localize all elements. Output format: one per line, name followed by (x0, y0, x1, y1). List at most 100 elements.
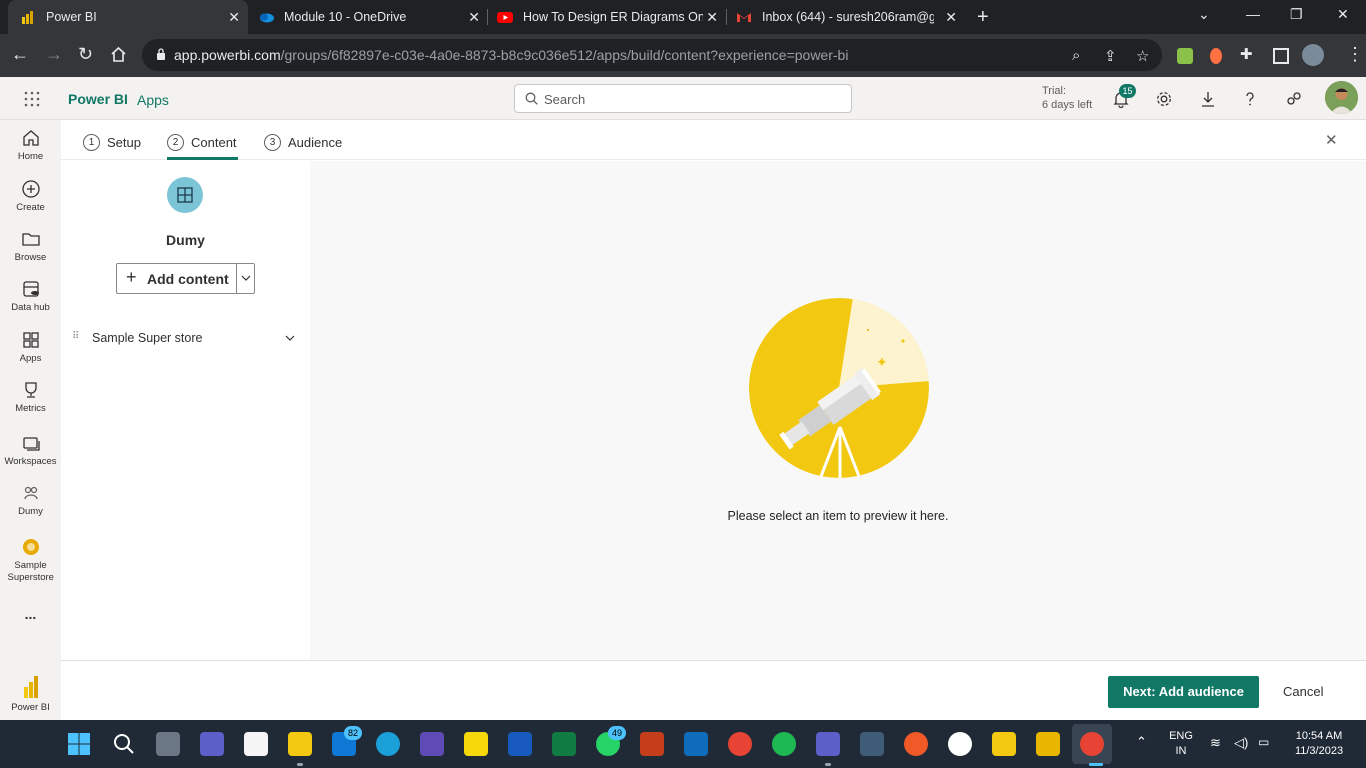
language-indicator[interactable]: ENG IN (1166, 729, 1196, 759)
step-label: Audience (288, 135, 343, 150)
data-hub-icon (22, 281, 39, 297)
content-list-item[interactable]: ⠿ Sample Super store (69, 329, 302, 351)
powerbi-app-icon[interactable] (1036, 732, 1060, 756)
nav-item-sample-superstore[interactable]: Sample Superstore (0, 537, 61, 584)
tab-title: Power BI (46, 10, 97, 24)
browse-icon (21, 233, 40, 246)
chevron-down-icon[interactable] (284, 333, 296, 343)
teams-chat-icon[interactable] (200, 732, 224, 756)
app-launcher-waffle-icon[interactable] (24, 91, 40, 107)
windows-start-icon[interactable] (67, 732, 91, 756)
help-question-icon[interactable] (1241, 90, 1259, 108)
drag-handle-icon[interactable]: ⠿ (72, 331, 79, 342)
edge-browser-icon[interactable] (376, 732, 400, 756)
chevron-down-icon[interactable] (240, 273, 252, 283)
side-panel-icon[interactable] (1273, 48, 1289, 64)
taskbar-search-icon[interactable] (112, 732, 136, 756)
close-panel-icon[interactable]: ✕ (1325, 131, 1338, 149)
teams-icon[interactable] (816, 732, 840, 756)
tab-audience[interactable]: 3 Audience (264, 134, 342, 151)
close-tab-icon[interactable]: ✕ (945, 9, 957, 26)
powerpoint-icon[interactable] (640, 732, 664, 756)
github-icon[interactable] (948, 732, 972, 756)
wifi-icon[interactable]: ≋ (1210, 735, 1221, 750)
file-explorer-icon[interactable] (288, 732, 312, 756)
nav-item-browse[interactable]: Browse (0, 229, 61, 263)
nav-item-apps[interactable]: Apps (0, 330, 61, 364)
task-view-icon[interactable] (156, 732, 180, 756)
address-bar[interactable]: app.powerbi.com/groups/6f82897e-c03e-4a0… (142, 39, 1162, 71)
excel-icon[interactable] (552, 732, 576, 756)
copilot-icon[interactable] (420, 732, 444, 756)
close-tab-icon[interactable]: ✕ (706, 9, 718, 26)
new-tab-button[interactable]: + (977, 6, 989, 29)
share-icon[interactable]: ⇪ (1104, 47, 1117, 65)
browser-menu-icon[interactable]: ⋮ (1346, 44, 1364, 65)
forward-button[interactable]: → (45, 44, 63, 65)
extension-meet-icon[interactable] (1177, 48, 1193, 64)
add-content-button[interactable]: + Add content (116, 263, 255, 294)
step-number: 2 (167, 134, 184, 151)
home-button-icon[interactable] (110, 46, 127, 63)
show-hidden-icons-icon[interactable]: ⌃ (1136, 734, 1147, 749)
apps-icon (22, 332, 39, 348)
feedback-share-icon[interactable] (1285, 90, 1303, 108)
nav-item-data-hub[interactable]: Data hub (0, 279, 61, 313)
mysql-workbench-icon[interactable] (860, 732, 884, 756)
breadcrumb-apps[interactable]: Apps (137, 92, 169, 108)
battery-icon[interactable]: ▭ (1258, 735, 1269, 750)
chrome-active-icon[interactable] (1080, 732, 1104, 756)
browser-tab-youtube[interactable]: How To Design ER Diagrams Onl ✕ (488, 0, 726, 34)
step-label: Content (191, 135, 237, 150)
nav-item-home[interactable]: Home (0, 128, 61, 162)
volume-icon[interactable]: ◁) (1234, 735, 1248, 750)
tab-content[interactable]: 2 Content (167, 134, 237, 151)
back-button[interactable]: ← (11, 44, 29, 65)
extension-icon[interactable] (1210, 48, 1222, 64)
cancel-button[interactable]: Cancel (1283, 684, 1323, 699)
word-icon[interactable] (508, 732, 532, 756)
browser-tab-powerbi[interactable]: Power BI ✕ (8, 0, 248, 34)
close-tab-icon[interactable]: ✕ (468, 9, 480, 26)
user-avatar[interactable] (1325, 81, 1358, 114)
minimize-window-button[interactable]: — (1246, 6, 1260, 22)
step-number: 1 (83, 134, 100, 151)
nav-item-metrics[interactable]: Metrics (0, 380, 61, 414)
browser-tab-onedrive[interactable]: Module 10 - OneDrive ✕ (248, 0, 488, 34)
spotify-icon[interactable] (772, 732, 796, 756)
settings-gear-icon[interactable] (1155, 90, 1173, 108)
maximize-window-button[interactable]: ❐ (1290, 6, 1303, 23)
content-side-panel: Dumy + Add content ⠿ Sample Super store (61, 161, 310, 660)
wizard-steps: 1 Setup 2 Content 3 Audience ✕ (61, 120, 1366, 160)
nav-item-create[interactable]: Create (0, 179, 61, 213)
tab-setup[interactable]: 1 Setup (83, 134, 141, 151)
sample-superstore-icon (22, 539, 39, 555)
nav-item-powerbi[interactable]: Power BI (0, 675, 61, 713)
next-add-audience-button[interactable]: Next: Add audience (1108, 676, 1259, 708)
powerbi-desktop-icon[interactable] (992, 732, 1016, 756)
close-tab-icon[interactable]: ✕ (228, 9, 240, 26)
zoom-icon[interactable]: ⌕ (1072, 47, 1080, 64)
microsoft-store-icon[interactable] (244, 732, 268, 756)
nav-item-dumy[interactable]: Dumy (0, 483, 61, 517)
lang-region: IN (1175, 745, 1187, 757)
reload-button[interactable]: ↻ (78, 44, 93, 65)
search-placeholder: Search (544, 92, 586, 107)
powerbi-brand-link[interactable]: Power BI (68, 91, 128, 107)
chrome-icon[interactable] (728, 732, 752, 756)
nav-item-workspaces[interactable]: Workspaces (0, 433, 61, 467)
browser-tab-gmail[interactable]: Inbox (644) - suresh206ram@gr ✕ (727, 0, 965, 34)
download-icon[interactable] (1199, 90, 1217, 108)
create-app-panel: 1 Setup 2 Content 3 Audience ✕ Dumy + Ad… (61, 120, 1366, 720)
outlook-icon[interactable] (684, 732, 708, 756)
postman-icon[interactable] (904, 732, 928, 756)
close-window-button[interactable]: ✕ (1337, 6, 1349, 23)
profile-avatar-icon[interactable] (1302, 44, 1324, 66)
sticky-notes-icon[interactable] (464, 732, 488, 756)
clock[interactable]: 10:54 AM 11/3/2023 (1284, 729, 1354, 759)
extensions-puzzle-icon[interactable]: ✚ (1240, 45, 1256, 63)
bookmark-star-icon[interactable]: ☆ (1136, 47, 1149, 65)
search-box[interactable]: Search (514, 84, 852, 113)
tab-search-icon[interactable]: ⌄ (1198, 6, 1210, 23)
more-nav-button[interactable]: ... (0, 606, 61, 622)
